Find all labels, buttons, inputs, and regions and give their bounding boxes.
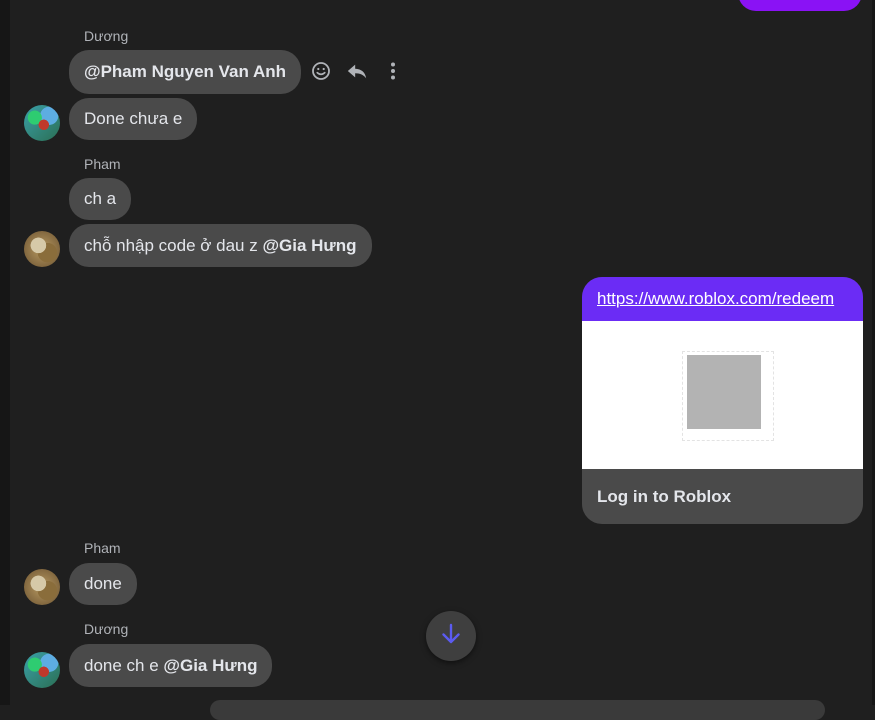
mention[interactable]: @Gia Hưng [262, 236, 356, 256]
link-title[interactable]: Log in to Roblox [582, 469, 863, 524]
sender-name: Dương [84, 28, 129, 44]
message-composer[interactable] [210, 700, 825, 720]
message-bubble[interactable]: chỗ nhập code ở dau z @Gia Hưng [69, 224, 372, 267]
arrow-down-icon [440, 622, 462, 651]
message-bubble[interactable]: Done chưa e [69, 98, 198, 140]
user-avatar-duong[interactable] [24, 652, 60, 688]
sender-name: Pham [84, 156, 121, 172]
message-bubble[interactable]: done [69, 563, 137, 605]
link-preview-image[interactable] [582, 321, 863, 469]
user-avatar-duong[interactable] [24, 105, 60, 141]
message-text: done ch e [84, 655, 164, 675]
scroll-to-bottom-button[interactable] [426, 611, 476, 661]
user-avatar-pham[interactable] [24, 569, 60, 605]
mention[interactable]: @Pham Nguyen Van Anh [84, 62, 286, 82]
image-placeholder-icon [687, 355, 761, 429]
reply-icon[interactable] [346, 60, 368, 82]
link-url[interactable]: https://www.roblox.com/redeem [597, 289, 834, 309]
more-options-icon[interactable] [382, 60, 404, 82]
mention[interactable]: @Gia Hưng [163, 656, 257, 676]
emoji-icon[interactable] [310, 60, 332, 82]
outgoing-message-bubble[interactable] [738, 0, 862, 11]
message-actions [310, 60, 404, 82]
message-bubble[interactable]: done ch e @Gia Hưng [69, 644, 273, 687]
sender-name: Dương [84, 621, 129, 637]
message-bubble[interactable]: @Pham Nguyen Van Anh [69, 50, 302, 94]
link-preview-card[interactable]: https://www.roblox.com/redeem Log in to … [582, 277, 863, 524]
sender-name: Pham [84, 540, 121, 556]
link-url-bar[interactable]: https://www.roblox.com/redeem [582, 277, 863, 321]
message-text: chỗ nhập code ở dau z [84, 235, 263, 255]
left-gutter [0, 0, 10, 705]
user-avatar-pham[interactable] [24, 231, 60, 267]
message-bubble[interactable]: ch a [69, 178, 132, 220]
